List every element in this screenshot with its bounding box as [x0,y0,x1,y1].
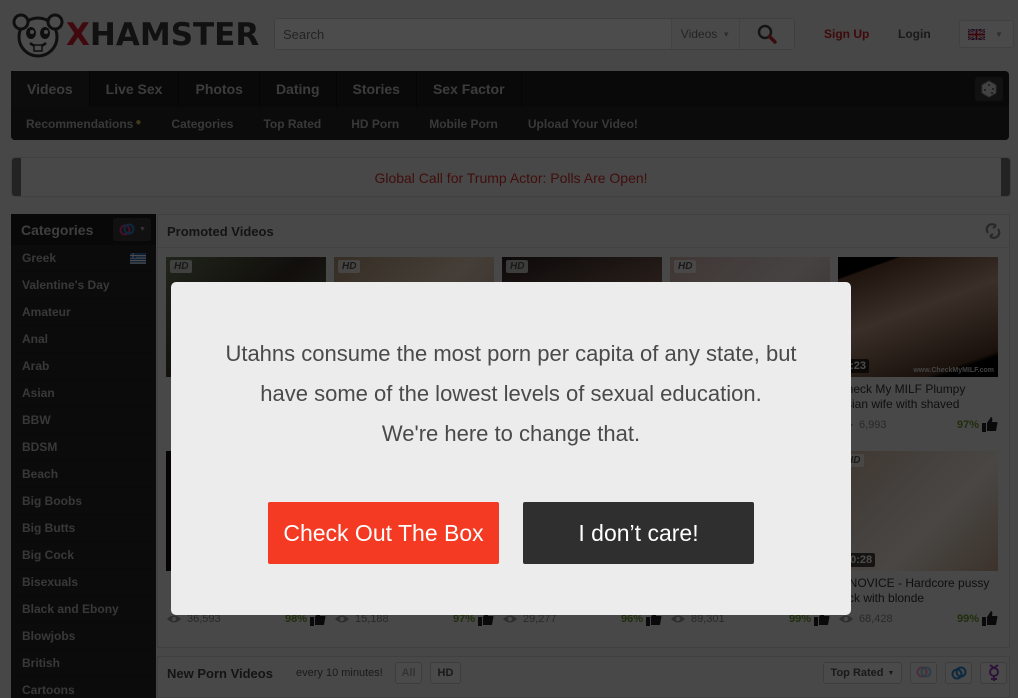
modal-line: Utahns consume the most porn per capita … [225,341,797,366]
check-out-box-button[interactable]: Check Out The Box [268,502,499,564]
promo-modal: Utahns consume the most porn per capita … [171,282,851,615]
modal-message: Utahns consume the most porn per capita … [171,334,851,454]
dismiss-button[interactable]: I don’t care! [523,502,754,564]
modal-line: have some of the lowest levels of sexual… [260,381,762,406]
modal-line: We're here to change that. [381,421,641,446]
